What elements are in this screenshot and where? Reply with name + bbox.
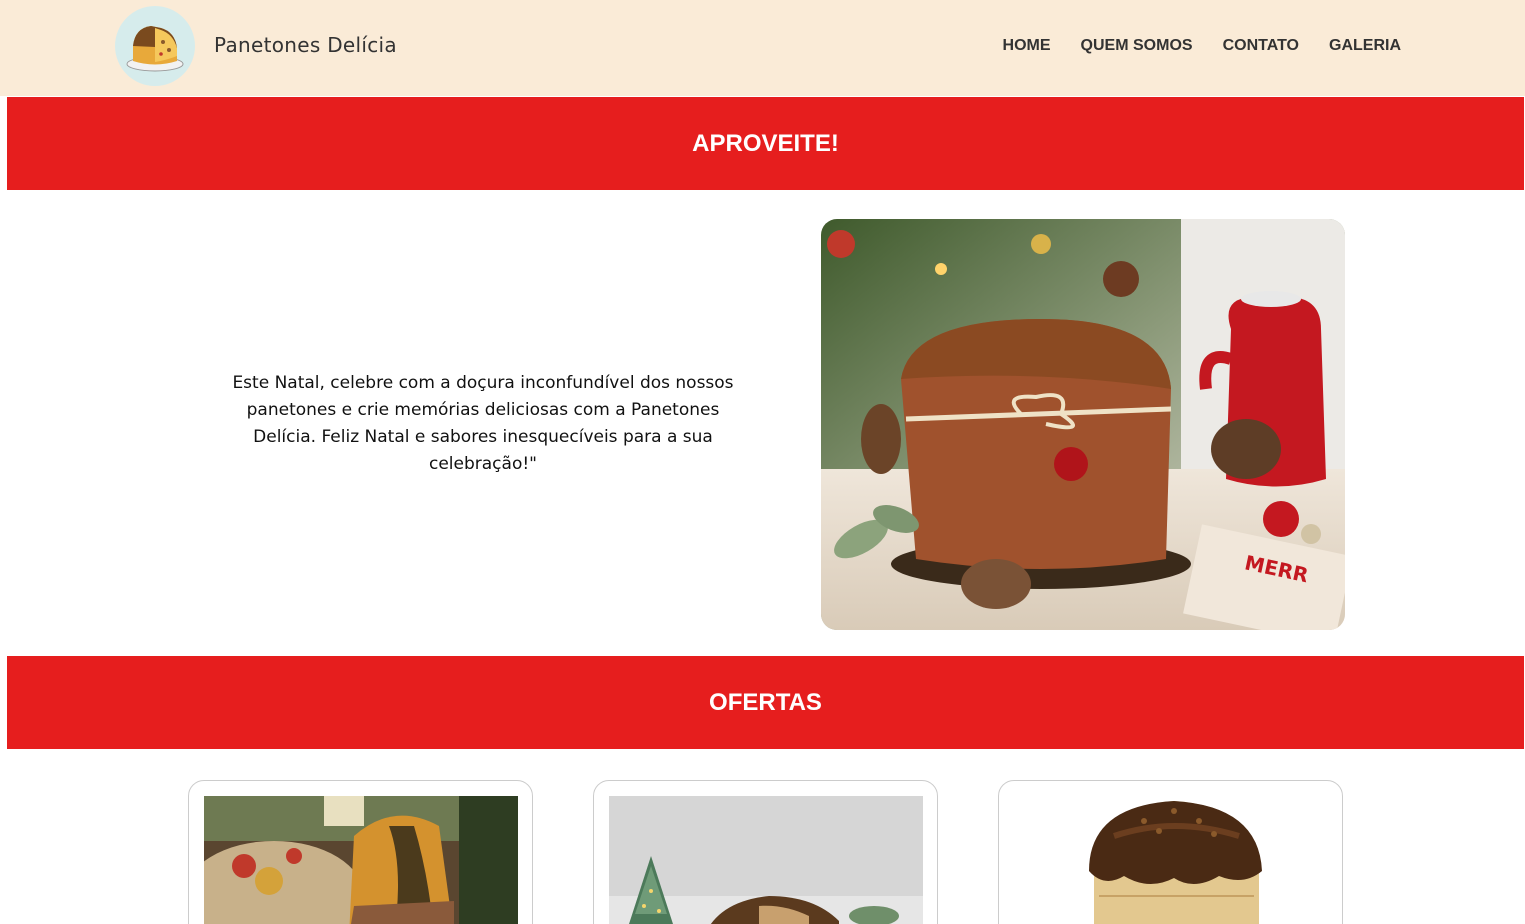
panettone-christmas-photo: MERR: [821, 219, 1345, 630]
offer-card[interactable]: [593, 780, 938, 924]
marble-panettone-photo: [204, 796, 518, 924]
aproveite-banner: APROVEITE!: [7, 97, 1524, 190]
nav-quem-somos[interactable]: QUEM SOMOS: [1081, 37, 1193, 55]
main-nav: HOME QUEM SOMOS CONTATO GALERIA: [1003, 37, 1401, 55]
site-header: Panetones Delícia HOME QUEM SOMOS CONTAT…: [0, 0, 1525, 96]
offer-card[interactable]: [998, 780, 1343, 924]
nav-galeria[interactable]: GALERIA: [1329, 37, 1401, 55]
brand-name[interactable]: Panetones Delícia: [214, 33, 397, 57]
offer-card[interactable]: [188, 780, 533, 924]
nav-contato[interactable]: CONTATO: [1223, 37, 1299, 55]
promo-text: Este Natal, celebre com a doçura inconfu…: [232, 373, 734, 474]
panettone-with-tree-photo: [609, 796, 923, 924]
nav-home[interactable]: HOME: [1003, 37, 1051, 55]
chocolate-panettone-photo: [1014, 796, 1328, 924]
panettone-logo-icon[interactable]: [115, 6, 195, 86]
ofertas-banner: OFERTAS: [7, 656, 1524, 749]
